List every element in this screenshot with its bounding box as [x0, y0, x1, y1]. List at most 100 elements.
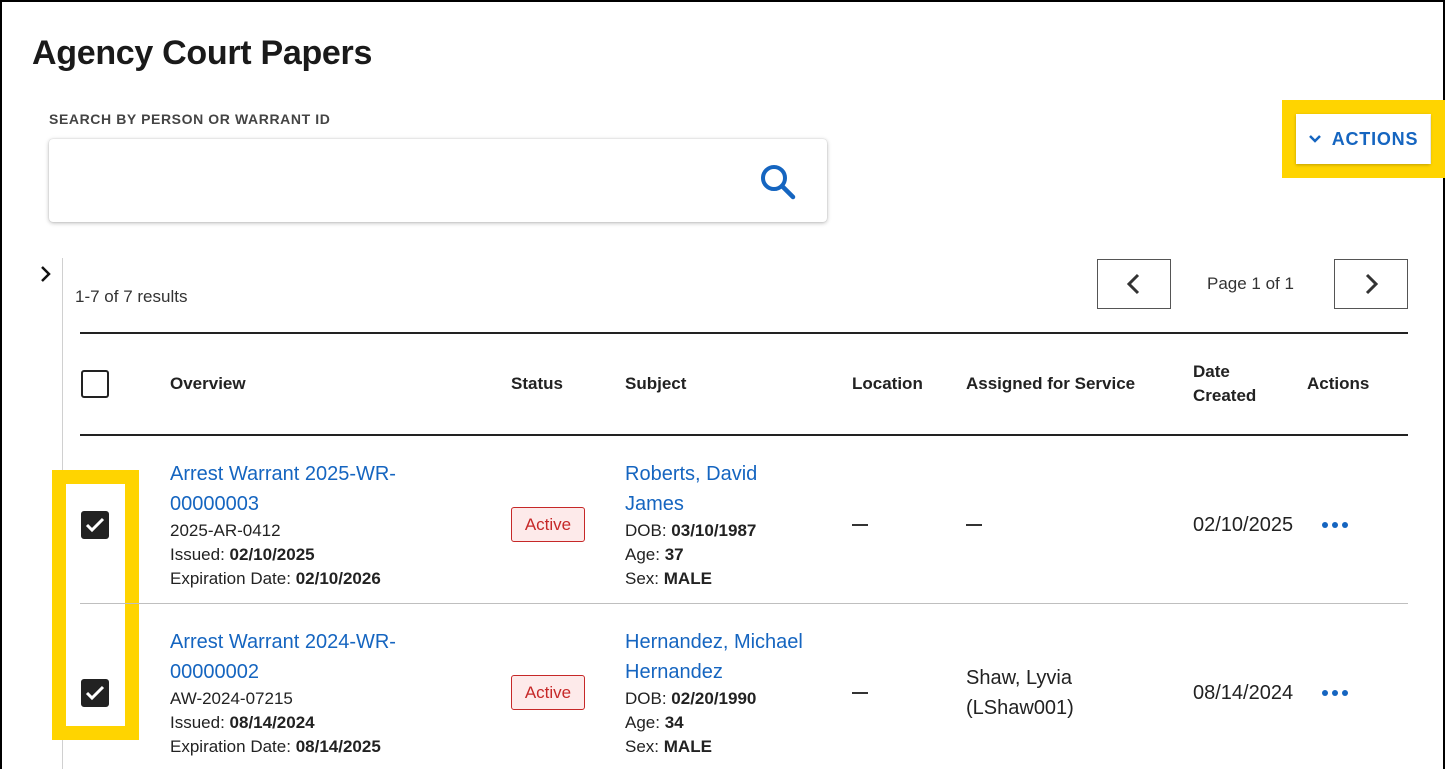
dob-label: DOB: — [625, 689, 667, 708]
status-badge: Active — [511, 507, 585, 542]
issued-value: 02/10/2025 — [229, 545, 315, 564]
column-header-overview[interactable]: Overview — [170, 372, 246, 396]
column-header-assigned[interactable]: Assigned for Service — [966, 372, 1135, 396]
subject-details: DOB: 03/10/1987 Age: 37 Sex: MALE — [625, 519, 756, 591]
expand-filters-button[interactable] — [37, 264, 55, 284]
dob-line: DOB: 02/20/1990 — [625, 687, 756, 711]
issued-label: Issued: — [170, 713, 225, 732]
dob-label: DOB: — [625, 521, 667, 540]
dob-line: DOB: 03/10/1987 — [625, 519, 756, 543]
assigned-name: Shaw, Lyvia — [966, 667, 1072, 689]
date-header-line1: Date — [1193, 362, 1230, 381]
warrant-link[interactable]: Arrest Warrant 2024-WR- 00000002 — [170, 627, 396, 687]
warrant-title-line1: Arrest Warrant 2025-WR- — [170, 463, 396, 485]
issued-line: Issued: 02/10/2025 — [170, 543, 381, 567]
sex-value: MALE — [663, 569, 712, 588]
subject-name-line1: Roberts, David — [625, 463, 758, 485]
age-label: Age: — [625, 713, 660, 732]
subject-name-line2: James — [625, 493, 684, 515]
row-actions-menu[interactable] — [1322, 522, 1348, 528]
dob-value: 02/20/1990 — [671, 689, 757, 708]
warrant-link[interactable]: Arrest Warrant 2025-WR- 00000003 — [170, 459, 396, 519]
sex-line: Sex: MALE — [625, 567, 756, 591]
search-input[interactable] — [65, 157, 745, 203]
expiration-line: Expiration Date: 02/10/2026 — [170, 567, 381, 591]
warrant-title-line1: Arrest Warrant 2024-WR- — [170, 631, 396, 653]
date-header-line2: Created — [1193, 386, 1257, 405]
warrant-title-line2: 00000003 — [170, 493, 259, 515]
expiration-value: 02/10/2026 — [295, 569, 381, 588]
checkmark-icon — [85, 517, 105, 533]
issued-label: Issued: — [170, 545, 225, 564]
select-all-checkbox[interactable] — [81, 370, 109, 398]
sex-label: Sex: — [625, 569, 660, 588]
search-button[interactable] — [753, 157, 803, 207]
status-badge: Active — [511, 675, 585, 710]
warrant-details: 2025-AR-0412 Issued: 02/10/2025 Expirati… — [170, 519, 381, 591]
dob-value: 03/10/1987 — [671, 521, 757, 540]
row-actions-menu[interactable] — [1322, 690, 1348, 696]
location-empty-dash — [852, 524, 868, 526]
age-value: 34 — [664, 713, 684, 732]
warrant-ref: AW-2024-07215 — [170, 689, 293, 708]
search-icon — [761, 165, 796, 200]
column-header-status[interactable]: Status — [511, 372, 563, 396]
issued-line: Issued: 08/14/2024 — [170, 711, 381, 735]
row-checkbox[interactable] — [81, 511, 109, 539]
dot — [1332, 522, 1338, 528]
age-line: Age: 37 — [625, 543, 756, 567]
expiration-label: Expiration Date: — [170, 737, 291, 756]
page-title: Agency Court Papers — [32, 34, 373, 72]
subject-name-line2: Hernandez — [625, 661, 723, 683]
dot — [1322, 690, 1328, 696]
chevron-right-icon — [1365, 273, 1379, 295]
date-created: 02/10/2025 — [1193, 514, 1294, 536]
chevron-right-icon — [41, 266, 51, 282]
table-header-rule — [80, 434, 1408, 436]
search-label: SEARCH BY PERSON OR WARRANT ID — [49, 111, 331, 127]
warrant-details: AW-2024-07215 Issued: 08/14/2024 Expirat… — [170, 687, 381, 759]
location-empty-dash — [852, 692, 868, 694]
column-header-date-created[interactable]: Date Created — [1193, 360, 1256, 408]
table-top-rule — [80, 332, 1408, 334]
dot — [1322, 522, 1328, 528]
subject-link[interactable]: Hernandez, Michael Hernandez — [625, 627, 803, 687]
expiration-label: Expiration Date: — [170, 569, 291, 588]
column-header-actions: Actions — [1307, 374, 1370, 393]
date-created: 08/14/2024 — [1193, 682, 1294, 704]
prev-page-button[interactable] — [1097, 259, 1171, 309]
subject-link[interactable]: Roberts, David James — [625, 459, 757, 519]
page-indicator: Page 1 of 1 — [1207, 274, 1294, 293]
age-line: Age: 34 — [625, 711, 756, 735]
row-checkbox[interactable] — [81, 679, 109, 707]
assigned-empty-dash — [966, 524, 982, 526]
actions-button[interactable]: ACTIONS — [1296, 114, 1430, 164]
row-divider — [80, 603, 1408, 604]
sex-line: Sex: MALE — [625, 735, 756, 759]
dot — [1332, 690, 1338, 696]
assigned-officer: Shaw, Lyvia (LShaw001) — [966, 663, 1074, 723]
column-header-subject[interactable]: Subject — [625, 372, 686, 396]
actions-label: ACTIONS — [1331, 128, 1419, 149]
assigned-id: (LShaw001) — [966, 697, 1074, 719]
sex-value: MALE — [663, 737, 712, 756]
subject-details: DOB: 02/20/1990 Age: 34 Sex: MALE — [625, 687, 756, 759]
column-header-location[interactable]: Location — [852, 372, 923, 396]
issued-value: 08/14/2024 — [229, 713, 315, 732]
chevron-left-icon — [1126, 273, 1140, 295]
age-value: 37 — [664, 545, 684, 564]
chevron-down-icon — [1308, 135, 1321, 143]
dot — [1342, 690, 1348, 696]
checkmark-icon — [85, 685, 105, 701]
expiration-line: Expiration Date: 08/14/2025 — [170, 735, 381, 759]
results-count: 1-7 of 7 results — [75, 287, 188, 306]
dot — [1342, 522, 1348, 528]
next-page-button[interactable] — [1334, 259, 1408, 309]
warrant-title-line2: 00000002 — [170, 661, 259, 683]
subject-name-line1: Hernandez, Michael — [625, 631, 803, 653]
sex-label: Sex: — [625, 737, 660, 756]
search-box — [49, 139, 827, 222]
age-label: Age: — [625, 545, 660, 564]
warrant-ref: 2025-AR-0412 — [170, 521, 281, 540]
expiration-value: 08/14/2025 — [295, 737, 381, 756]
